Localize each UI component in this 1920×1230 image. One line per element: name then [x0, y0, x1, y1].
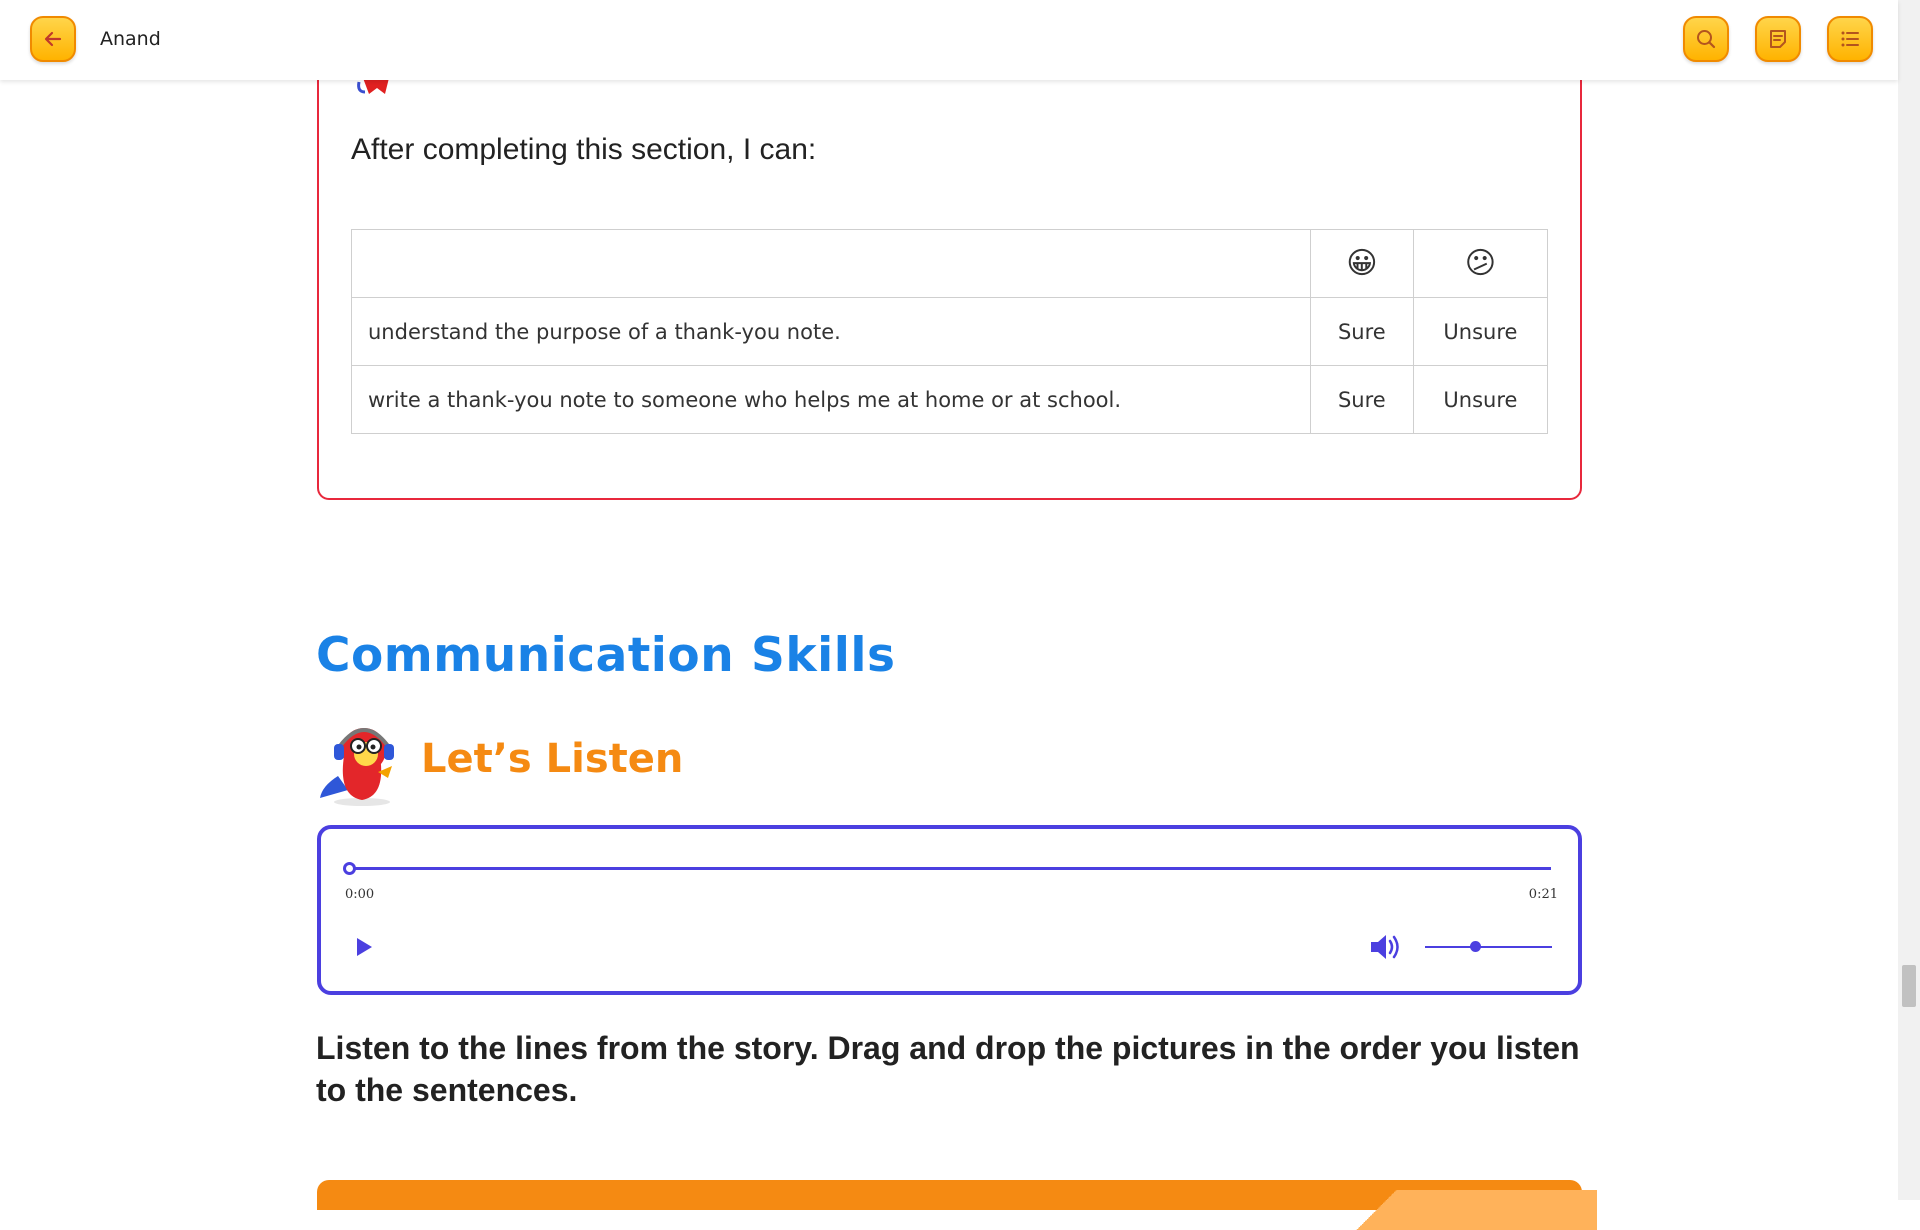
unsure-option[interactable]: Unsure — [1412, 365, 1549, 434]
progress-knob[interactable] — [342, 862, 356, 875]
subsection-title: Let’s Listen — [421, 736, 684, 782]
current-time: 0:00 — [345, 887, 375, 902]
duration: 0:21 — [1528, 887, 1558, 902]
audio-player: 0:00 0:21 — [317, 825, 1582, 995]
search-button[interactable] — [1683, 16, 1729, 62]
back-button[interactable] — [30, 16, 76, 62]
activity-instruction: Listen to the lines from the story. Drag… — [316, 1030, 1580, 1108]
table-header-sure: 😀 — [1309, 229, 1414, 298]
sure-option[interactable]: Sure — [1309, 365, 1414, 434]
outcomes-table: 😀 😕 understand the purpose of a thank-yo… — [351, 229, 1549, 434]
notes-icon — [1770, 30, 1786, 48]
table-header-blank — [351, 229, 1311, 298]
sure-option[interactable]: Sure — [1309, 297, 1414, 366]
outcome-statement: understand the purpose of a thank-you no… — [351, 297, 1311, 366]
top-bar: Anand — [0, 0, 1898, 80]
happy-face-icon: 😀 — [1346, 246, 1378, 281]
play-icon[interactable] — [353, 935, 375, 959]
list-menu-icon — [1841, 31, 1859, 47]
section-title: Communication Skills — [316, 628, 896, 683]
search-icon — [1697, 30, 1716, 49]
mascot-image — [357, 78, 389, 94]
progress-track[interactable] — [349, 867, 1551, 870]
listening-mascot-image — [320, 728, 394, 806]
volume-icon[interactable] — [1368, 931, 1402, 963]
confused-face-icon: 😕 — [1464, 246, 1497, 281]
outcome-statement: write a thank-you note to someone who he… — [351, 365, 1311, 434]
user-name: Anand — [100, 28, 161, 50]
banner-decoration — [1267, 1190, 1597, 1230]
outcomes-heading: After completing this section, I can: — [351, 133, 817, 166]
scrollbar-thumb[interactable] — [1902, 965, 1916, 1007]
notes-button[interactable] — [1755, 16, 1801, 62]
volume-slider-track[interactable] — [1425, 946, 1552, 948]
table-header-unsure: 😕 — [1412, 229, 1549, 298]
unsure-option[interactable]: Unsure — [1412, 297, 1549, 366]
table-header-row: 😀 😕 — [351, 229, 1549, 298]
page-scrollbar[interactable] — [1898, 0, 1920, 1200]
volume-slider-knob[interactable] — [1470, 941, 1482, 952]
arrow-left-icon — [44, 31, 62, 47]
activity-banner — [317, 1180, 1597, 1230]
table-row: understand the purpose of a thank-you no… — [351, 297, 1549, 366]
menu-button[interactable] — [1827, 16, 1873, 62]
table-row: write a thank-you note to someone who he… — [351, 365, 1549, 434]
